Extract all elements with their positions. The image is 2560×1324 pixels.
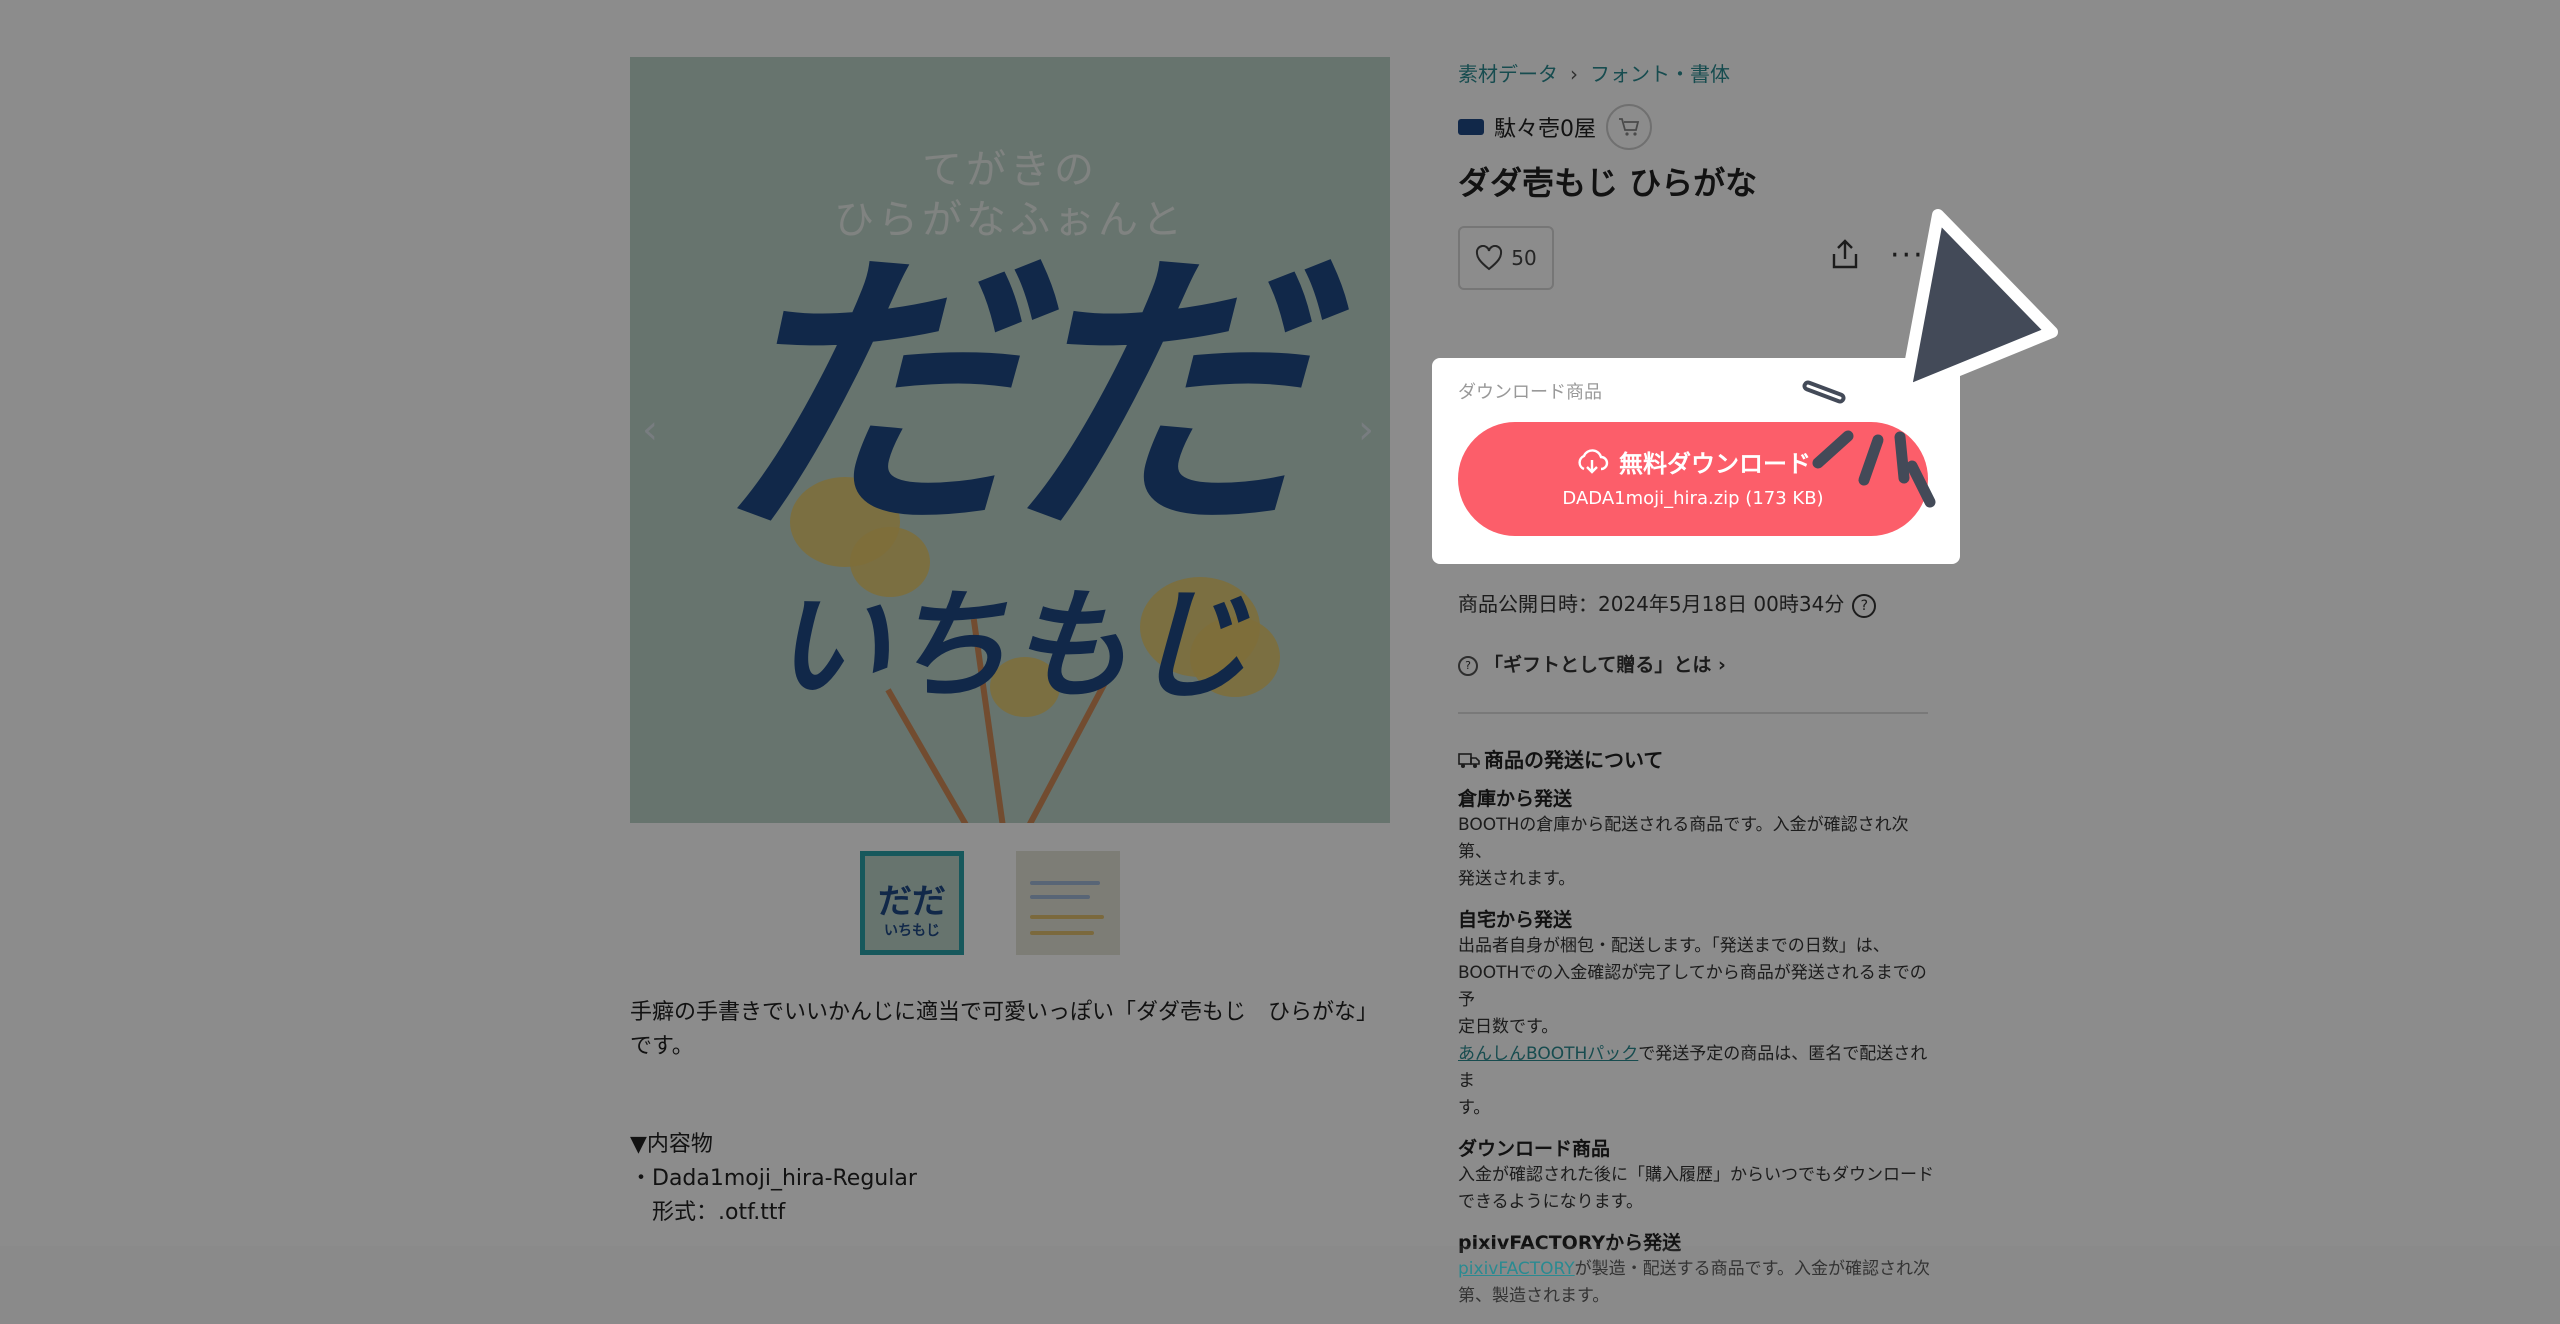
pixiv-factory-link[interactable]: pixivFACTORY <box>1458 1259 1575 1279</box>
shipping-item-body-line: 第、製造されます。 <box>1458 1286 1610 1306</box>
shipping-item-body: pixivFACTORYが製造・配送する商品です。入金が確認され次 第、製造され… <box>1458 1256 1938 1310</box>
shipping-item-body-line: pixivFACTORYが製造・配送する商品です。入金が確認され次 <box>1458 1256 1938 1283</box>
shipping-item-body-text: が製造・配送する商品です。入金が確認され次 <box>1574 1259 1930 1279</box>
cursor-icon <box>1802 209 2058 508</box>
